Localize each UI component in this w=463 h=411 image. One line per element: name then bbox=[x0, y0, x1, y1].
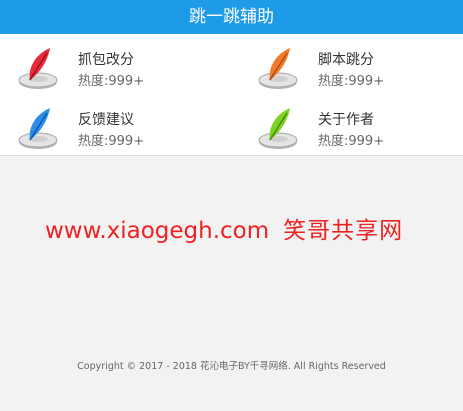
menu-item-heat: 热度:999+ bbox=[78, 74, 145, 89]
menu-item-label: 反馈建议 bbox=[78, 112, 134, 128]
menu-item-heat: 热度:999+ bbox=[318, 134, 385, 149]
green-feather-icon bbox=[258, 108, 298, 149]
copyright-text: Copyright © 2017 - 2018 花沁电子BY千寻网络. All … bbox=[77, 361, 386, 372]
menu-item-label: 抓包改分 bbox=[78, 52, 134, 68]
page-title: 跳一跳辅助 bbox=[189, 7, 274, 27]
blue-feather-icon bbox=[18, 108, 58, 149]
menu-item-feedback[interactable]: 反馈建议 热度:999+ bbox=[16, 105, 216, 153]
menu-item-label: 关于作者 bbox=[318, 112, 374, 128]
menu-panel: 抓包改分 热度:999+ 脚本跳分 热度:999+ 反馈建议 热度:999+ 关… bbox=[0, 34, 463, 156]
watermark: www.xiaogegh.com 笑哥共享网 bbox=[45, 211, 403, 245]
menu-item-label: 脚本跳分 bbox=[318, 52, 374, 68]
menu-item-about-author[interactable]: 关于作者 热度:999+ bbox=[256, 105, 456, 153]
red-feather-icon bbox=[18, 48, 58, 89]
watermark-url: www.xiaogegh.com bbox=[45, 218, 270, 244]
app-header: 跳一跳辅助 bbox=[0, 0, 463, 34]
watermark-text: 笑哥共享网 bbox=[283, 218, 404, 244]
footer: Copyright © 2017 - 2018 花沁电子BY千寻网络. All … bbox=[0, 358, 463, 372]
orange-feather-icon bbox=[258, 48, 298, 89]
menu-item-capture-score[interactable]: 抓包改分 热度:999+ bbox=[16, 45, 216, 93]
menu-item-heat: 热度:999+ bbox=[318, 74, 385, 89]
menu-item-heat: 热度:999+ bbox=[78, 134, 145, 149]
menu-item-script-jump[interactable]: 脚本跳分 热度:999+ bbox=[256, 45, 456, 93]
